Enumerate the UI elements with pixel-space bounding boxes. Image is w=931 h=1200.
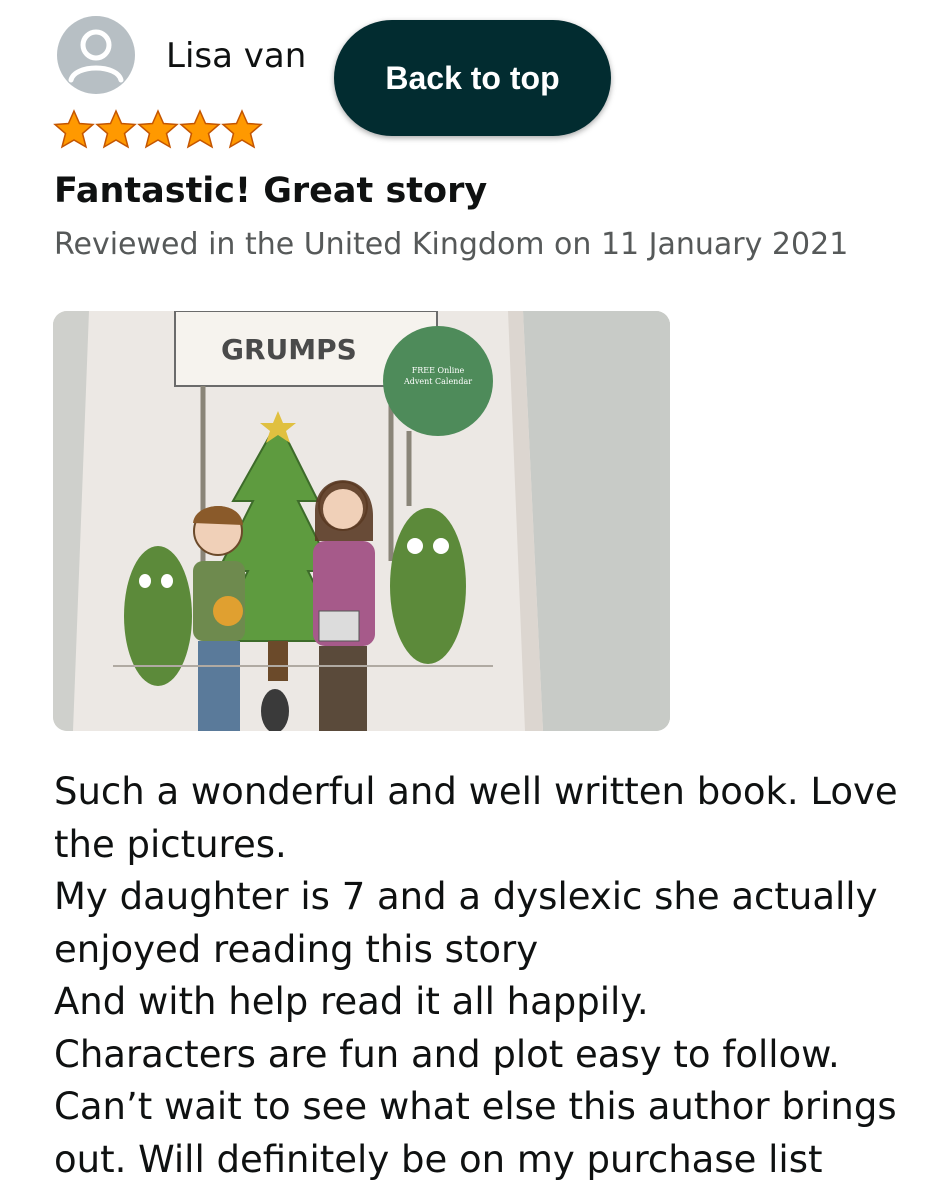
review-photo[interactable]: GRUMPS FREE Online Advent Calendar <box>53 311 670 731</box>
review-title[interactable]: Fantastic! Great story <box>54 168 487 214</box>
review-body: Such a wonderful and well written book. … <box>54 766 898 1186</box>
review-body-line: out. Will definitely be on my purchase l… <box>54 1137 823 1181</box>
user-silhouette-icon <box>68 29 124 83</box>
review-body-line: enjoyed reading this story <box>54 927 539 971</box>
cover-sign-text: GRUMPS <box>221 333 357 366</box>
star-icon <box>179 109 221 149</box>
review-meta: Reviewed in the United Kingdom on 11 Jan… <box>54 227 849 262</box>
star-icon <box>137 109 179 149</box>
review-body-line: Characters are fun and plot easy to foll… <box>54 1032 840 1076</box>
star-icon <box>221 109 263 149</box>
review-body-line: And with help read it all happily. <box>54 980 649 1023</box>
reviewer-name[interactable]: Lisa van <box>166 34 306 78</box>
back-to-top-button[interactable]: Back to top <box>334 20 611 136</box>
review-body-line: Can’t wait to see what else this author … <box>54 1085 897 1128</box>
review-body-line: the pictures. <box>54 822 287 866</box>
badge-text-2: Advent Calendar <box>403 377 472 386</box>
star-icon <box>53 109 95 149</box>
badge-text-1: FREE Online <box>412 366 465 375</box>
star-rating <box>53 108 263 152</box>
review-body-line: My daughter is 7 and a dyslexic she actu… <box>54 875 878 918</box>
book-cover-photo: GRUMPS FREE Online Advent Calendar <box>53 311 670 731</box>
star-icon <box>95 109 137 149</box>
review-body-line: Such a wonderful and well written book. … <box>54 770 898 813</box>
review-card: Lisa van Back to top Fantastic! Great st… <box>0 0 931 1200</box>
avatar[interactable] <box>57 16 135 94</box>
